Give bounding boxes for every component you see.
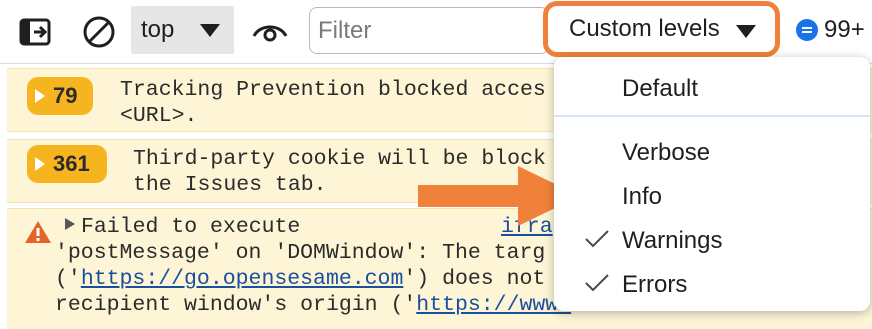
- message-line: (': [55, 267, 81, 291]
- menu-item-errors[interactable]: Errors: [554, 262, 870, 304]
- repeat-count-badge: 361: [27, 145, 107, 183]
- repeat-count: 361: [53, 151, 90, 176]
- message-line: ') does not: [403, 267, 546, 291]
- chevron-down-icon: [736, 25, 756, 38]
- repeat-count-badge: 79: [27, 77, 93, 115]
- repeat-count: 79: [53, 83, 78, 108]
- menu-item-label: Errors: [622, 271, 688, 298]
- checkmark-icon: [585, 274, 609, 292]
- issues-counter[interactable]: 99+: [796, 14, 865, 46]
- log-levels-dropdown-button[interactable]: Custom levels: [543, 1, 780, 57]
- sidebar-toggle-icon[interactable]: [17, 14, 53, 50]
- message-text: 'postMessage' on 'DOMWindow': The targ: [55, 241, 546, 265]
- warning-icon: [25, 221, 51, 243]
- issues-count: 99+: [824, 16, 865, 43]
- live-expression-icon[interactable]: [252, 14, 288, 50]
- url-link[interactable]: https://www.: [416, 293, 571, 317]
- message-text: the Issues tab.: [133, 173, 327, 197]
- menu-item-label: Verbose: [622, 139, 711, 166]
- checkmark-icon: [585, 230, 609, 248]
- menu-item-default[interactable]: Default: [554, 66, 870, 108]
- message-line: Failed to execute: [81, 215, 301, 239]
- context-selector[interactable]: top: [131, 6, 234, 54]
- message-text: ('https://go.opensesame.com') does not: [55, 267, 545, 291]
- expand-triangle-icon: [35, 157, 45, 171]
- context-selector-label: top: [141, 16, 175, 43]
- issues-message-icon: [796, 19, 818, 41]
- message-text: Failed to execute: [65, 215, 300, 239]
- message-text: recipient window's origin ('https://www.: [55, 293, 571, 317]
- message-text: <URL>.: [120, 104, 198, 128]
- log-levels-label: Custom levels: [569, 15, 720, 42]
- filter-input[interactable]: [309, 7, 549, 54]
- menu-divider: [554, 115, 870, 117]
- menu-item-label: Info: [622, 183, 663, 210]
- message-text: Tracking Prevention blocked acces: [120, 78, 546, 102]
- chevron-down-icon: [200, 24, 220, 37]
- menu-item-label: Default: [622, 75, 699, 102]
- menu-item-warnings[interactable]: Warnings: [554, 218, 870, 260]
- menu-item-info[interactable]: Info: [554, 174, 870, 216]
- menu-item-label: Warnings: [622, 227, 723, 254]
- console-toolbar: top Custom levels 99+: [0, 0, 872, 64]
- url-link[interactable]: https://go.opensesame.com: [81, 267, 404, 291]
- log-levels-menu: Default Verbose Info Warnings Errors: [554, 57, 870, 311]
- expand-triangle-icon: [35, 89, 45, 103]
- expand-triangle-icon[interactable]: [65, 218, 75, 230]
- clear-console-icon[interactable]: [81, 14, 117, 50]
- message-line: recipient window's origin (': [55, 293, 417, 317]
- menu-item-verbose[interactable]: Verbose: [554, 130, 870, 172]
